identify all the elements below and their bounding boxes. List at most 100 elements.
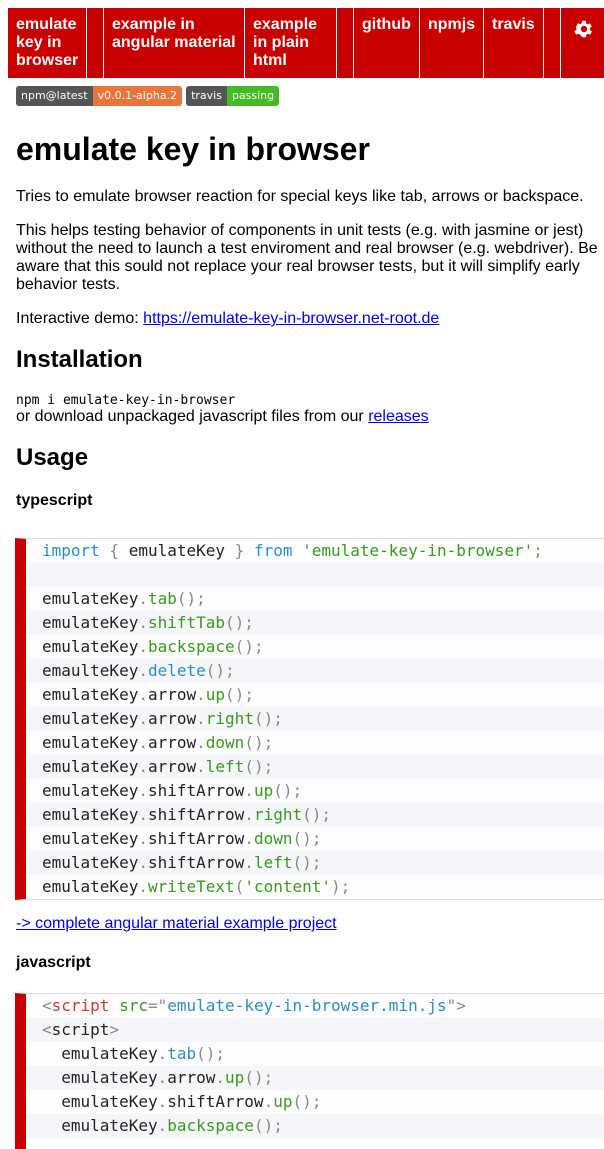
code-token: emulateKey (42, 805, 139, 824)
code-token: (); (302, 805, 332, 824)
code-token: =" (147, 996, 168, 1015)
javascript-heading: javascript (16, 954, 91, 971)
code-token: up (253, 781, 274, 800)
code-token: from (253, 541, 293, 560)
code-token: emulateKey (42, 1116, 158, 1135)
code-token: ( (234, 877, 245, 896)
code-token: . (138, 613, 148, 632)
code-token: . (138, 637, 148, 656)
code-line: import { emulateKey } from 'emulate-key-… (26, 539, 604, 563)
code-token: (); (244, 1068, 274, 1087)
angular-example-link[interactable]: -> complete angular material example pro… (16, 915, 337, 932)
code-token: script (51, 996, 110, 1015)
javascript-code-block: <script src="emulate-key-in-browser.min.… (15, 993, 604, 1149)
code-token: up (273, 1092, 293, 1111)
page-title: emulate key in browser (16, 131, 370, 167)
code-token: shiftTab (147, 613, 226, 632)
code-line: emulateKey.backspace(); (26, 635, 604, 659)
settings-button[interactable] (561, 8, 604, 78)
travis-build-badge[interactable]: travis passing (186, 86, 280, 106)
code-token: . (138, 829, 148, 848)
code-token: emulateKey (42, 829, 139, 848)
code-token: . (244, 853, 254, 872)
install-command: npm i emulate-key-in-browser (16, 393, 236, 408)
description-text: This helps testing behavior of component… (16, 222, 598, 293)
code-token: emulateKey (42, 877, 139, 896)
code-token: . (244, 829, 254, 848)
code-line: emulateKey.shiftArrow.left(); (26, 851, 604, 875)
code-line: <script> (26, 1018, 604, 1042)
nav-github[interactable]: github (354, 8, 420, 78)
code-token: src (119, 996, 148, 1015)
code-token: . (157, 1044, 168, 1063)
code-token: left (205, 757, 245, 776)
code-line: emulateKey.shiftArrow.right(); (26, 803, 604, 827)
code-token: backspace (167, 1116, 254, 1135)
code-token: emulateKey (42, 781, 139, 800)
code-token: right (205, 709, 254, 728)
code-token: . (196, 733, 206, 752)
code-line: emulateKey.writeText('content'); (26, 875, 604, 899)
code-token: writeText (147, 877, 235, 896)
nav-spacer (87, 8, 104, 78)
code-line: emulateKey.shiftArrow.up(); (26, 779, 604, 803)
code-token: emulateKey (42, 733, 139, 752)
code-token: (); (253, 1116, 283, 1135)
badge-value: v0.0.1-alpha.2 (92, 86, 183, 106)
code-token: < (42, 996, 52, 1015)
intro-text: Tries to emulate browser reaction for sp… (16, 188, 584, 205)
nav-spacer (337, 8, 354, 78)
code-token: shiftArrow (147, 829, 245, 848)
typescript-heading: typescript (16, 492, 93, 509)
releases-link[interactable]: releases (368, 408, 428, 425)
code-token: (); (234, 637, 264, 656)
badge-value: passing (226, 86, 280, 106)
code-token: . (138, 781, 148, 800)
badge-label: travis (186, 86, 227, 106)
usage-heading: Usage (16, 444, 89, 471)
code-token: . (138, 853, 148, 872)
code-token: emulateKey (42, 685, 139, 704)
installation-heading: Installation (16, 346, 143, 373)
nav-home[interactable]: emulate key in browser (8, 8, 87, 78)
code-line: emaulteKey.delete(); (26, 659, 604, 683)
demo-label: Interactive demo: (16, 310, 144, 327)
npm-version-badge[interactable]: npm@latest v0.0.1-alpha.2 (16, 86, 183, 106)
code-token: . (138, 685, 148, 704)
code-token: emaulteKey (42, 661, 139, 680)
code-token: shiftArrow (147, 853, 245, 872)
nav-angular-example[interactable]: example in angular material (104, 8, 245, 78)
code-token: (); (244, 757, 274, 776)
code-token: > (109, 1020, 120, 1039)
code-token: . (157, 1092, 168, 1111)
code-line: emulateKey.arrow.left(); (26, 755, 604, 779)
code-token: emulateKey (42, 853, 139, 872)
code-token: script (51, 1020, 110, 1039)
code-token: left (253, 853, 293, 872)
nav-npmjs[interactable]: npmjs (420, 8, 484, 78)
code-line: emulateKey.arrow.up(); (26, 683, 604, 707)
code-token: (); (176, 589, 206, 608)
demo-line: Interactive demo: https://emulate-key-in… (16, 310, 604, 328)
code-token: . (138, 805, 148, 824)
code-line: emulateKey.shiftArrow.down(); (26, 827, 604, 851)
code-token: "> (446, 996, 466, 1015)
code-token: arrow (167, 1068, 216, 1087)
code-token: emulateKey (42, 1068, 158, 1087)
code-line: <script src="emulate-key-in-browser.min.… (26, 994, 604, 1018)
code-token: (); (253, 709, 283, 728)
code-token: emulateKey (128, 541, 226, 560)
code-token: . (138, 709, 148, 728)
code-token: delete (147, 661, 206, 680)
nav-plain-html-example[interactable]: example in plain html (245, 8, 337, 78)
code-token: . (138, 589, 148, 608)
demo-link[interactable]: https://emulate-key-in-browser.net-root.… (143, 310, 439, 327)
code-token: shiftArrow (147, 781, 245, 800)
code-token: (); (196, 1044, 226, 1063)
code-token: . (138, 661, 148, 680)
code-token: (); (225, 685, 254, 704)
code-token: emulateKey (42, 757, 139, 776)
nav-travis[interactable]: travis (484, 8, 544, 78)
code-line: emulateKey.arrow.up(); (26, 1066, 604, 1090)
code-token: arrow (147, 685, 197, 704)
